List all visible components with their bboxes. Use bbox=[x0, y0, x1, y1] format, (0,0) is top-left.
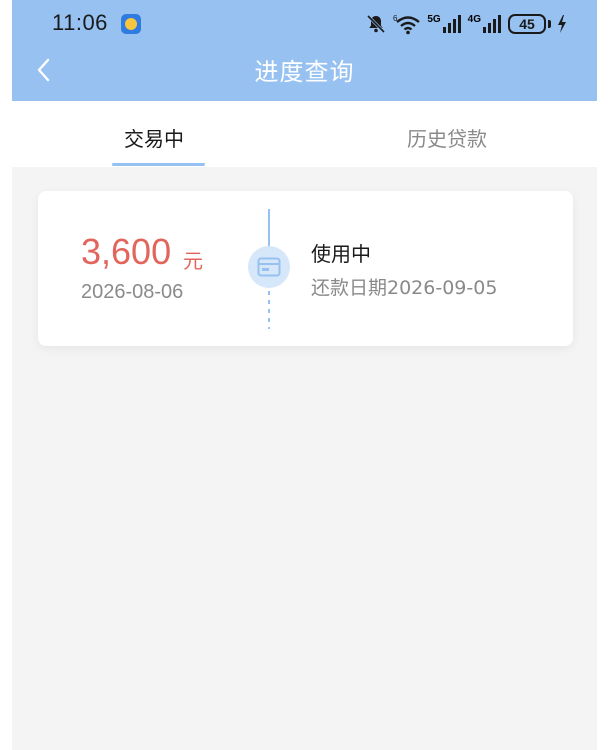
network-4g-label: 4G bbox=[467, 14, 481, 25]
loan-status: 使用中 bbox=[311, 242, 371, 266]
battery-cap bbox=[548, 20, 551, 28]
loan-date: 2026-08-06 bbox=[81, 281, 184, 303]
timeline-dashed-line bbox=[268, 291, 270, 329]
timeline-line bbox=[268, 209, 270, 247]
weather-app-icon bbox=[121, 14, 141, 34]
charging-bolt-icon bbox=[558, 15, 566, 33]
page-title: 进度查询 bbox=[254, 58, 355, 86]
tab-in-progress[interactable]: 交易中 bbox=[124, 123, 184, 152]
tab-history-loans[interactable]: 历史贷款 bbox=[407, 123, 487, 152]
status-time: 11:06 bbox=[52, 10, 108, 35]
nav-bar: 进度查询 bbox=[12, 48, 597, 101]
signal-bars-icon bbox=[483, 15, 501, 33]
card-icon bbox=[257, 257, 281, 277]
wifi-icon: 6 bbox=[393, 14, 421, 35]
currency-unit: 元 bbox=[183, 249, 203, 273]
app-screen: 11:06 6 5G 4G 45 进度查询 交易中 历史贷款 3,600 元 2… bbox=[12, 0, 597, 750]
header: 11:06 6 5G 4G 45 进度查询 bbox=[12, 0, 597, 101]
battery-level: 45 bbox=[519, 16, 535, 32]
loan-amount: 3,600 bbox=[81, 231, 172, 272]
timeline-node bbox=[248, 246, 290, 288]
active-tab-indicator bbox=[112, 163, 205, 166]
mute-bell-icon bbox=[367, 14, 386, 34]
loan-card[interactable]: 3,600 元 2026-08-06 使用中 还款日期2026-09-05 bbox=[38, 191, 573, 346]
tab-bar: 交易中 历史贷款 bbox=[12, 101, 597, 167]
signal-4g: 4G bbox=[468, 15, 502, 33]
signal-bars-icon bbox=[442, 15, 461, 33]
signal-5g: 5G bbox=[427, 15, 461, 33]
repayment-date: 还款日期2026-09-05 bbox=[311, 277, 498, 299]
status-icons: 6 5G 4G 45 bbox=[365, 12, 567, 36]
network-5g-label: 5G bbox=[427, 14, 441, 25]
status-bar: 11:06 6 5G 4G 45 bbox=[12, 0, 597, 48]
battery-indicator: 45 bbox=[508, 14, 546, 34]
